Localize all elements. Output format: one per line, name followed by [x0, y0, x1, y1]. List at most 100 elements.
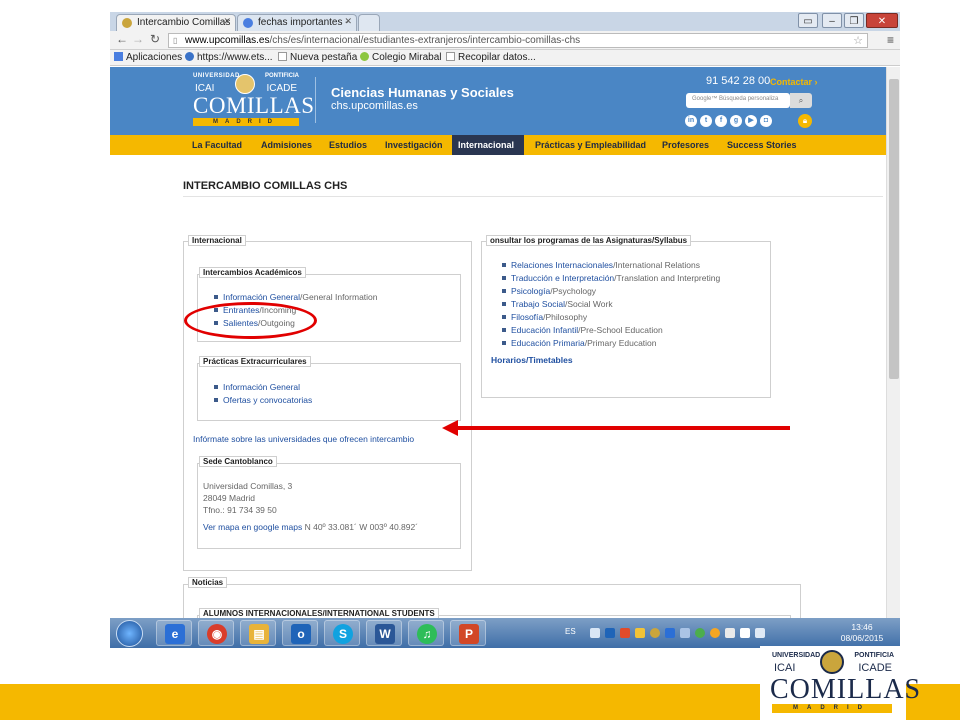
link-google-maps[interactable]: Ver mapa en google maps: [203, 522, 302, 532]
comillas-logo[interactable]: UNIVERSIDAD PONTIFICIA ICAI ICADE COMILL…: [193, 71, 314, 129]
bookmark-nueva-pestana[interactable]: Nueva pestaña: [278, 52, 357, 63]
app-tray-icon[interactable]: [620, 628, 630, 638]
maximize-icon[interactable]: ❐: [844, 13, 864, 28]
alert-icon[interactable]: [710, 628, 720, 638]
menu-icon[interactable]: ≡: [887, 33, 894, 47]
display-icon[interactable]: [680, 628, 690, 638]
link-filosofia[interactable]: Filosofía: [511, 312, 543, 322]
seal-icon: [235, 74, 255, 94]
logo-text: COMILLAS: [770, 674, 922, 705]
link-relaciones[interactable]: Relaciones Internacionales: [511, 260, 613, 270]
list-item[interactable]: Educación Infantil/Pre-School Education: [502, 325, 663, 335]
forward-icon[interactable]: →: [132, 32, 144, 46]
taskbar-spotify[interactable]: ♫: [408, 620, 444, 646]
twitter-icon[interactable]: t: [700, 115, 712, 127]
window-close-icon[interactable]: ✕: [866, 13, 898, 28]
bookmark-ets[interactable]: https://www.ets...: [185, 52, 273, 63]
taskbar-outlook[interactable]: o: [282, 620, 318, 646]
english-label: /Translation and Interpreting: [614, 273, 721, 283]
nav-internacional[interactable]: Internacional: [452, 135, 524, 155]
scrollbar[interactable]: [886, 67, 900, 618]
search-icon[interactable]: ⌕: [790, 93, 812, 108]
taskbar-ie[interactable]: e: [156, 620, 192, 646]
nav-admisiones[interactable]: Admisiones: [255, 135, 318, 155]
logo-text: ICADE: [858, 662, 892, 674]
user-icon[interactable]: ▭: [798, 13, 818, 28]
list-item[interactable]: Información General/General Information: [214, 292, 378, 302]
flag-icon[interactable]: [725, 628, 735, 638]
chrome-icon: ◉: [207, 624, 227, 644]
link-ofertas[interactable]: Ofertas y convocatorias: [223, 395, 312, 405]
link-educacion-infantil[interactable]: Educación Infantil: [511, 325, 578, 335]
facebook-icon[interactable]: f: [715, 115, 727, 127]
bookmark-star-icon[interactable]: ☆: [853, 34, 863, 47]
new-tab-button[interactable]: [358, 14, 380, 31]
nav-practicas[interactable]: Prácticas y Empleabilidad: [529, 135, 652, 155]
list-item[interactable]: Relaciones Internacionales/International…: [502, 260, 700, 270]
bookmark-colegio[interactable]: Colegio Mirabal: [360, 52, 441, 63]
list-item[interactable]: Filosofía/Philosophy: [502, 312, 587, 322]
list-item[interactable]: Ofertas y convocatorias: [214, 395, 312, 405]
bookmark-recopilar[interactable]: Recopilar datos...: [446, 52, 536, 63]
address-bar[interactable]: ▯ www.upcomillas.es/chs/es/internacional…: [168, 33, 868, 48]
nav-profesores[interactable]: Profesores: [656, 135, 715, 155]
lock-icon[interactable]: 🔒︎: [798, 114, 812, 128]
googleplus-icon[interactable]: g: [730, 115, 742, 127]
contact-link[interactable]: Contactar ›: [770, 77, 818, 87]
bullet-icon: [214, 385, 218, 389]
bookmark-label: Recopilar datos...: [458, 52, 536, 63]
close-icon[interactable]: ✕: [344, 16, 352, 27]
outlook-tray-icon[interactable]: [605, 628, 615, 638]
bullet-icon: [502, 289, 506, 293]
tab-intercambio[interactable]: Intercambio Comillas ✕: [116, 14, 236, 31]
comillas-tray-icon[interactable]: [650, 628, 660, 638]
link-horarios[interactable]: Horarios/Timetables: [491, 355, 573, 365]
clock[interactable]: 13:46 08/06/2015: [837, 622, 887, 644]
scroll-thumb[interactable]: [889, 79, 899, 379]
nav-success-stories[interactable]: Success Stories: [721, 135, 803, 155]
network-tray-icon[interactable]: [665, 628, 675, 638]
start-button[interactable]: [116, 620, 143, 647]
mail-icon[interactable]: [590, 628, 600, 638]
bookmark-apps[interactable]: Aplicaciones: [114, 52, 182, 63]
taskbar-skype[interactable]: S: [324, 620, 360, 646]
instagram-icon[interactable]: ◘: [760, 115, 772, 127]
taskbar-word[interactable]: W: [366, 620, 402, 646]
taskbar-explorer[interactable]: ▤: [240, 620, 276, 646]
cloud-icon: [360, 52, 369, 61]
search-input[interactable]: Google™ Búsqueda personaliza: [686, 93, 790, 108]
link-traduccion[interactable]: Traducción e Interpretación: [511, 273, 614, 283]
main-nav: La Facultad Admisiones Estudios Investig…: [110, 135, 886, 155]
back-icon[interactable]: ←: [116, 32, 128, 46]
minimize-icon[interactable]: –: [822, 13, 842, 28]
youtube-icon[interactable]: ▶: [745, 115, 757, 127]
list-item[interactable]: Psicología/Psychology: [502, 286, 596, 296]
network-icon[interactable]: [740, 628, 750, 638]
volume-icon[interactable]: [755, 628, 765, 638]
nav-la-facultad[interactable]: La Facultad: [186, 135, 248, 155]
list-item[interactable]: Traducción e Interpretación/Translation …: [502, 273, 720, 283]
list-item[interactable]: Trabajo Social/Social Work: [502, 299, 613, 309]
link-educacion-primaria[interactable]: Educación Primaria: [511, 338, 585, 348]
link-universidades-intercambio[interactable]: Infórmate sobre las universidades que of…: [193, 434, 414, 444]
sync-icon[interactable]: [695, 628, 705, 638]
language-indicator[interactable]: ES: [565, 627, 576, 636]
reload-icon[interactable]: ↻: [150, 32, 160, 46]
linkedin-icon[interactable]: in: [685, 115, 697, 127]
google-favicon-icon: [243, 18, 253, 28]
close-icon[interactable]: ✕: [223, 16, 231, 27]
nav-estudios[interactable]: Estudios: [323, 135, 373, 155]
link-informacion-general[interactable]: Información General: [223, 292, 300, 302]
ie-icon: [185, 52, 194, 61]
taskbar-powerpoint[interactable]: P: [450, 620, 486, 646]
link-psicologia[interactable]: Psicología: [511, 286, 550, 296]
drive-icon[interactable]: [635, 628, 645, 638]
nav-investigacion[interactable]: Investigación: [379, 135, 449, 155]
link-trabajo-social[interactable]: Trabajo Social: [511, 299, 565, 309]
tab-fechas[interactable]: fechas importantes - ✕: [237, 14, 357, 31]
link-practicas-info[interactable]: Información General: [223, 382, 300, 392]
map-row: Ver mapa en google maps N 40º 33.081´ W …: [203, 522, 418, 532]
taskbar-chrome[interactable]: ◉: [198, 620, 234, 646]
list-item[interactable]: Información General: [214, 382, 300, 392]
list-item[interactable]: Educación Primaria/Primary Education: [502, 338, 657, 348]
